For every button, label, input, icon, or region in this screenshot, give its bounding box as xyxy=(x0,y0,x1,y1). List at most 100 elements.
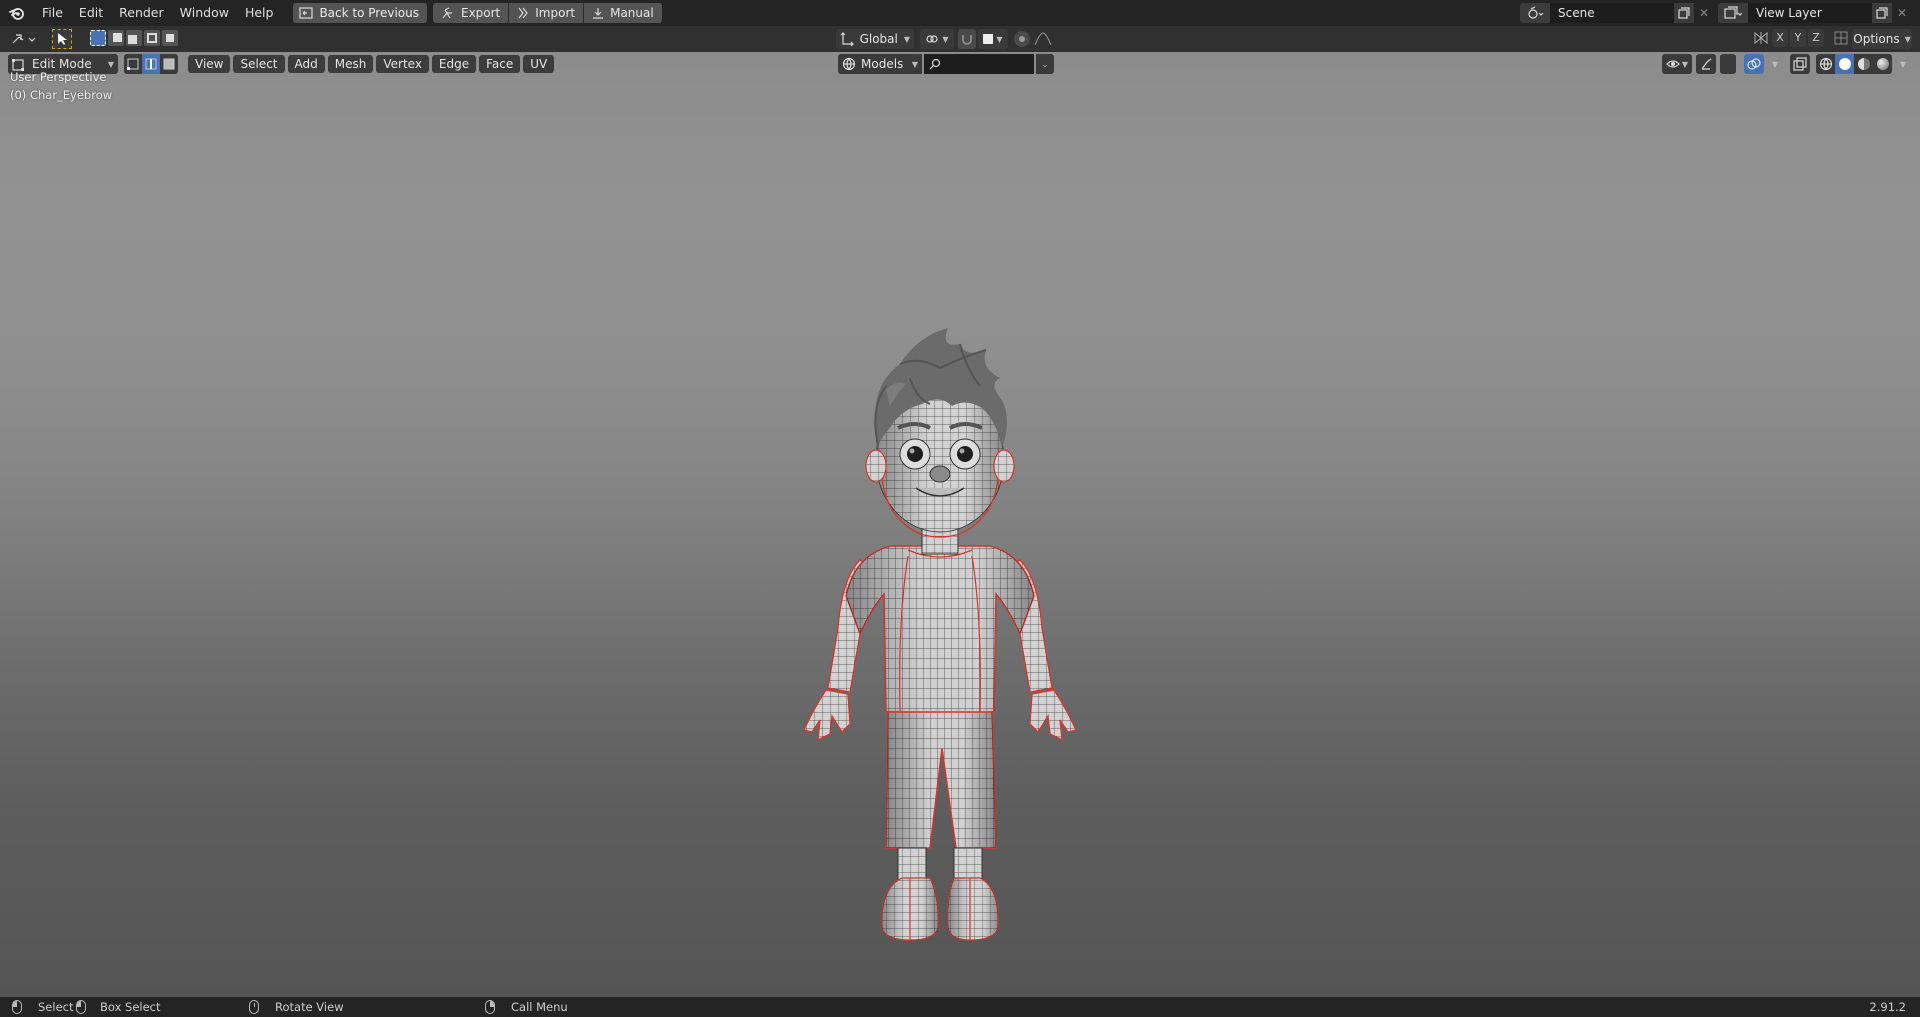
menu-vertex[interactable]: Vertex xyxy=(376,55,429,73)
scene-icon xyxy=(1528,6,1544,19)
menu-view[interactable]: View xyxy=(188,55,231,73)
import-chevron-icon xyxy=(518,7,529,19)
select-mode-extend-icon[interactable] xyxy=(108,30,124,46)
mirror-topology-icon[interactable] xyxy=(1830,29,1852,47)
back-to-previous-button[interactable]: Back to Previous xyxy=(293,3,427,23)
transform-orientation-label: Global xyxy=(859,32,898,46)
object-search-field[interactable] xyxy=(924,54,1034,74)
menu-window[interactable]: Window xyxy=(172,0,237,26)
select-mode-subtract-icon[interactable] xyxy=(126,30,142,46)
transform-orientation-dropdown[interactable]: Global ▼ xyxy=(836,29,914,49)
chevron-down-icon: ▼ xyxy=(107,59,114,69)
back-icon xyxy=(299,7,314,19)
character-mesh[interactable] xyxy=(790,328,1090,968)
status-rotate-view-label: Rotate View xyxy=(275,1000,344,1014)
drag-mouse-icon xyxy=(76,1000,86,1014)
menu-edge[interactable]: Edge xyxy=(431,55,477,73)
proportional-edit-toggle-icon[interactable] xyxy=(1014,31,1030,47)
export-button[interactable]: Export xyxy=(432,3,510,23)
scene-new-button[interactable] xyxy=(1674,3,1694,23)
menu-add[interactable]: Add xyxy=(287,55,325,73)
import-button[interactable]: Import xyxy=(509,3,585,23)
snap-group: ▼ xyxy=(958,29,1008,49)
chevron-down-icon: ▼ xyxy=(1904,34,1911,44)
menu-render[interactable]: Render xyxy=(111,0,172,26)
menu-help[interactable]: Help xyxy=(237,0,282,26)
scene-selector: Scene ✕ xyxy=(1520,3,1714,23)
options-dropdown[interactable]: Options ▼ xyxy=(1852,29,1912,49)
shading-dropdown[interactable]: ▼ xyxy=(1896,54,1910,74)
status-box-select-label: Box Select xyxy=(100,1000,161,1014)
view-layer-browse-button[interactable] xyxy=(1718,3,1748,23)
export-figure-icon xyxy=(442,7,452,19)
gizmo-toggle[interactable] xyxy=(1696,54,1716,74)
wireframe-shading-icon[interactable] xyxy=(1816,54,1835,74)
view-layer-selector: View Layer ✕ xyxy=(1718,3,1912,23)
mirror-x-toggle[interactable]: X xyxy=(1772,29,1788,47)
menu-face[interactable]: Face xyxy=(479,55,521,73)
manual-button[interactable]: Manual xyxy=(584,3,662,23)
status-select: Select xyxy=(12,997,73,1017)
menu-select[interactable]: Select xyxy=(233,55,285,73)
edit-mode-icon xyxy=(12,59,24,71)
mirror-axis-group: X Y Z xyxy=(1752,29,1852,47)
top-right-area: Scene ✕ View Layer ✕ xyxy=(1520,0,1920,26)
editor-type-button[interactable] xyxy=(8,29,40,49)
view-layer-name-field[interactable]: View Layer xyxy=(1748,3,1872,23)
falloff-curve-icon[interactable] xyxy=(1034,32,1054,46)
left-mouse-icon xyxy=(12,1000,22,1014)
snap-increment-icon xyxy=(983,34,994,44)
xray-toggle[interactable] xyxy=(1790,54,1810,74)
mirror-y-toggle[interactable]: Y xyxy=(1790,29,1806,47)
menu-uv[interactable]: UV xyxy=(523,55,555,73)
mirror-z-toggle[interactable]: Z xyxy=(1808,29,1824,47)
selection-mode-group xyxy=(90,30,178,48)
material-shading-icon[interactable] xyxy=(1854,54,1873,74)
select-mode-intersect-icon[interactable] xyxy=(162,30,178,46)
menu-file[interactable]: File xyxy=(34,0,71,26)
proportional-edit-group xyxy=(1014,29,1064,49)
rendered-shading-icon[interactable] xyxy=(1873,54,1892,74)
overlays-dropdown[interactable]: ▼ xyxy=(1768,54,1782,74)
snap-element-dropdown[interactable]: ▼ xyxy=(978,29,1008,49)
blender-logo-icon[interactable] xyxy=(0,0,34,26)
overlays-toggle[interactable] xyxy=(1744,54,1764,74)
scene-browse-button[interactable] xyxy=(1520,3,1550,23)
status-rotate-view: Rotate View xyxy=(249,997,344,1017)
face-select-icon[interactable] xyxy=(160,54,178,74)
active-tool-select[interactable] xyxy=(52,29,72,49)
transform-axes-icon xyxy=(840,32,854,46)
import-label: Import xyxy=(535,6,576,20)
menu-edit[interactable]: Edit xyxy=(71,0,111,26)
viewport-right-controls: ▼ ▼ ▼ xyxy=(1662,54,1910,74)
select-mode-new-icon[interactable] xyxy=(90,30,106,46)
snap-toggle-magnet-icon[interactable] xyxy=(958,29,976,49)
select-mode-difference-icon[interactable] xyxy=(144,30,160,46)
visibility-dropdown[interactable]: ▼ xyxy=(1662,54,1692,74)
scene-name-field[interactable]: Scene xyxy=(1550,3,1674,23)
status-call-menu: Call Menu xyxy=(485,997,568,1017)
view-layer-delete-icon[interactable]: ✕ xyxy=(1892,3,1912,23)
shading-mode-group xyxy=(1816,54,1892,74)
shoes-mesh xyxy=(881,877,999,941)
shirt-mesh xyxy=(845,545,1035,713)
options-label: Options xyxy=(1853,32,1900,46)
solid-shading-icon[interactable] xyxy=(1835,54,1854,74)
collection-filter-dropdown[interactable]: Models ▼ xyxy=(838,54,922,74)
right-mouse-icon xyxy=(485,1000,495,1014)
pivot-point-dropdown[interactable]: ▼ xyxy=(920,29,954,49)
menu-mesh[interactable]: Mesh xyxy=(327,55,374,73)
gizmo-dropdown[interactable] xyxy=(1720,54,1736,74)
scene-delete-icon[interactable]: ✕ xyxy=(1694,3,1714,23)
tool-settings-header: Global ▼ ▼ ▼ X Y Z Options ▼ xyxy=(0,26,1920,52)
nose-mesh xyxy=(929,465,951,483)
view-layer-new-button[interactable] xyxy=(1872,3,1892,23)
3d-viewport[interactable]: Edit Mode ▼ View Select Add Mesh Vertex … xyxy=(0,52,1920,997)
edge-select-icon[interactable] xyxy=(142,54,160,74)
3d-viewport-editor-icon xyxy=(12,34,36,44)
overlays-icon xyxy=(1747,58,1761,70)
eye-icon xyxy=(1666,60,1680,68)
back-to-previous-label: Back to Previous xyxy=(319,6,419,20)
vertex-select-icon[interactable] xyxy=(124,54,142,74)
search-options-button[interactable]: ⌄ xyxy=(1036,54,1054,74)
